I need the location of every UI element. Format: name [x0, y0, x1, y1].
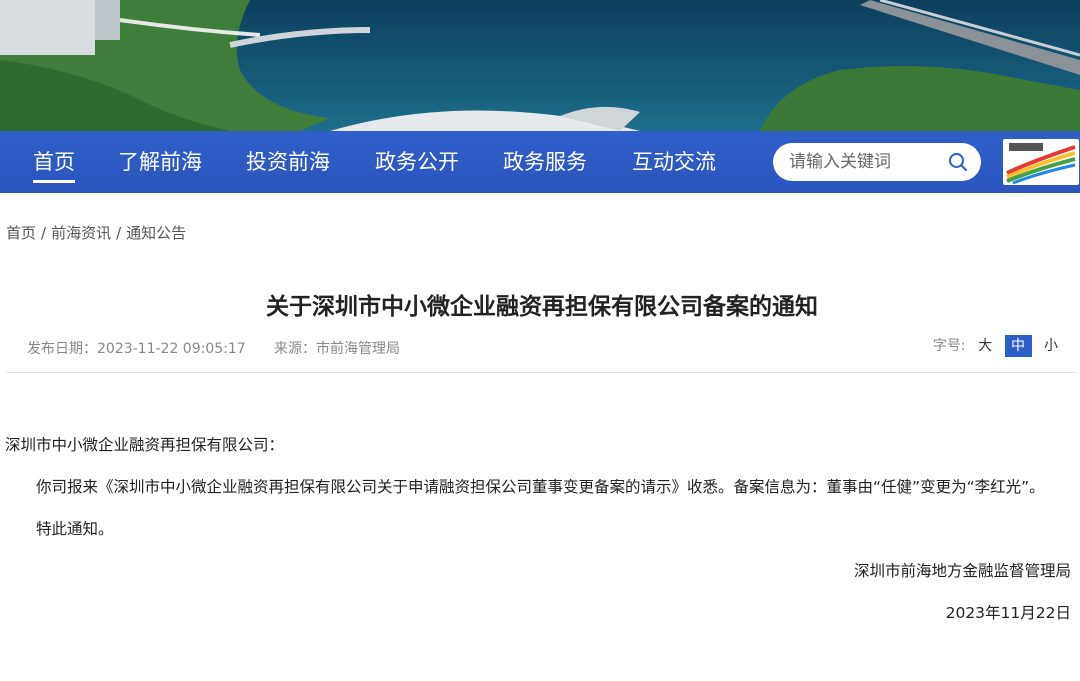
- search-box: [773, 143, 981, 181]
- qianhai-logo-icon[interactable]: [1003, 139, 1079, 185]
- divider: [6, 372, 1076, 373]
- salutation: 深圳市中小微企业融资再担保有限公司：: [5, 436, 285, 454]
- header-banner: [0, 0, 1080, 131]
- breadcrumb-home[interactable]: 首页: [6, 224, 36, 242]
- article-body: 深圳市中小微企业融资再担保有限公司： 你司报来《深圳市中小微企业融资再担保有限公…: [5, 424, 1071, 634]
- banner-image: [0, 0, 1080, 131]
- breadcrumb: 首页 / 前海资讯 / 通知公告: [6, 222, 186, 243]
- search-input[interactable]: [789, 143, 939, 181]
- breadcrumb-news[interactable]: 前海资讯: [51, 224, 111, 242]
- breadcrumb-notices[interactable]: 通知公告: [126, 224, 186, 242]
- article-source: 来源：市前海管理局: [274, 341, 400, 357]
- nav-item-government-services[interactable]: 政务服务: [503, 131, 587, 193]
- closing-paragraph: 特此通知。: [36, 520, 114, 538]
- breadcrumb-separator: /: [116, 224, 122, 242]
- nav-item-home[interactable]: 首页: [33, 131, 75, 193]
- font-size-control: 字号: 大 中 小: [933, 335, 1062, 357]
- nav-item-interaction[interactable]: 互动交流: [632, 131, 716, 193]
- font-size-label: 字号:: [932, 338, 966, 354]
- signature-date: 2023年11月22日: [945, 604, 1071, 622]
- font-size-small-button[interactable]: 小: [1040, 335, 1062, 357]
- nav-item-government-affairs[interactable]: 政务公开: [375, 131, 459, 193]
- font-size-medium-button[interactable]: 中: [1004, 335, 1032, 357]
- signature: 深圳市前海地方金融监督管理局: [853, 562, 1071, 580]
- breadcrumb-separator: /: [41, 224, 47, 242]
- font-size-large-button[interactable]: 大: [974, 335, 996, 357]
- search-icon[interactable]: [947, 151, 969, 173]
- body-paragraph: 你司报来《深圳市中小微企业融资再担保有限公司关于申请融资担保公司董事变更备案的请…: [36, 478, 1045, 496]
- nav-item-about-qianhai[interactable]: 了解前海: [118, 131, 202, 193]
- page-title: 关于深圳市中小微企业融资再担保有限公司备案的通知: [266, 294, 818, 320]
- publish-date: 发布日期：2023-11-22 09:05:17: [27, 341, 246, 357]
- nav-item-invest-qianhai[interactable]: 投资前海: [246, 131, 330, 193]
